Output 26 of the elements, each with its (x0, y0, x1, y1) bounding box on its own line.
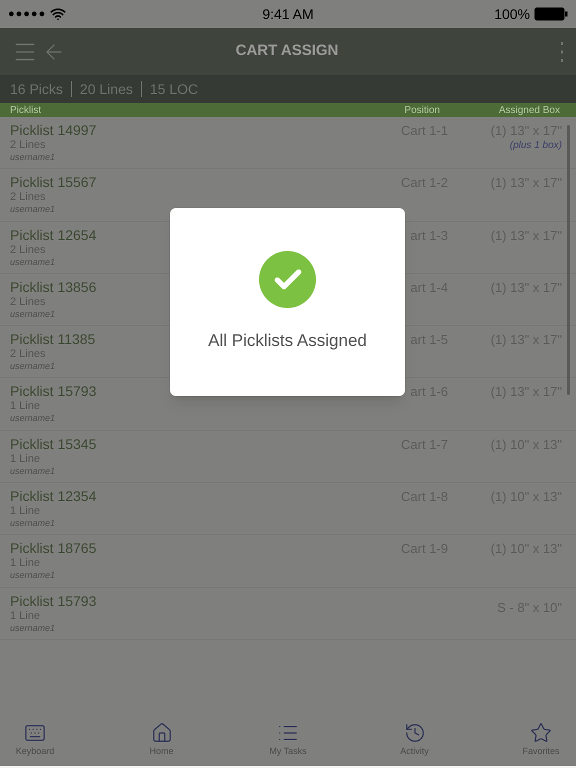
picklist-name: Picklist 15567 (10, 174, 96, 192)
picklist-name: Picklist 15793 (10, 383, 96, 400)
column-title: Picklist (10, 104, 42, 118)
dialog-message: All Picklists Assigned (208, 330, 367, 352)
extra-box-note: (plus 1 box) (510, 139, 562, 153)
clock: 9:41 AM (262, 4, 314, 24)
column-title: Position (403, 104, 441, 118)
home-icon (150, 722, 172, 744)
picklist-name: Picklist 13856 (10, 278, 96, 296)
more-icon[interactable] (560, 40, 564, 62)
keyboard-icon (24, 722, 46, 744)
picklist-name: Picklist 15345 (10, 436, 96, 453)
screen-title: CART ASSIGN (236, 41, 338, 62)
picklist-name: Picklist 12654 (10, 226, 96, 244)
signal-dots: ●●●●● (8, 6, 46, 22)
column-title: Assigned Box (498, 104, 560, 118)
picklist-name: Picklist 12354 (10, 488, 96, 506)
star-icon (530, 722, 552, 744)
wifi-icon (50, 6, 66, 22)
picklist-name: Picklist 11385 (10, 331, 96, 348)
picklist-name: Picklist 14997 (10, 122, 96, 139)
battery-icon (534, 7, 568, 21)
picklist-name: Picklist 18765 (10, 540, 96, 558)
picklist-name: Picklist 15793 (10, 592, 96, 610)
history-icon (404, 722, 426, 744)
battery-percent: 100% (494, 4, 530, 24)
